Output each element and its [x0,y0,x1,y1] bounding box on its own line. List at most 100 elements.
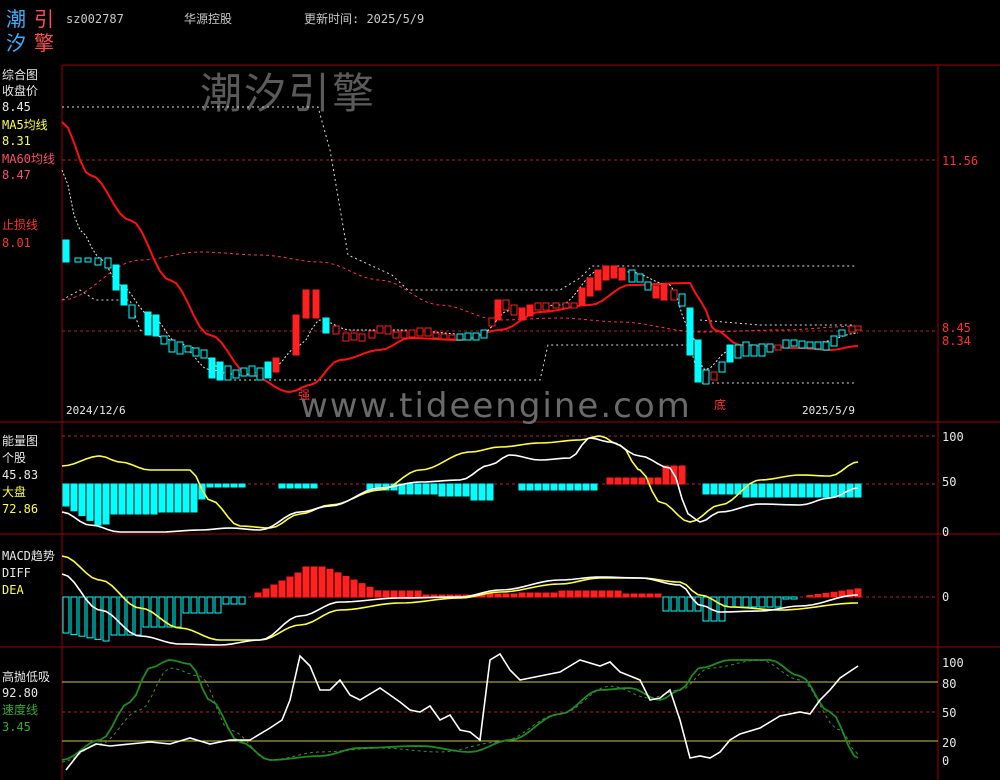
energy-bar [526,483,534,491]
main-panel-title: 综合图 [2,68,39,82]
macd-bar [342,575,350,598]
macd-bar [118,596,126,636]
candle [332,325,340,335]
macd-bar [822,592,830,598]
candle [144,311,152,336]
energy-bar [854,483,862,498]
macd-bar [102,596,110,642]
upper-channel [62,106,855,291]
market-energy-label: 大盘 [2,485,27,499]
macd-bar [558,590,566,598]
energy-bar [190,483,198,513]
candle [200,349,208,359]
candle [392,331,400,339]
dea-label: DEA [2,583,24,597]
macd-bar [222,596,230,605]
macd-bar [662,596,670,612]
macd-bar [278,580,286,598]
macd-bar [166,596,174,628]
macd-bar [814,593,822,598]
candle [798,340,806,349]
energy-bar [478,483,486,501]
candle [456,333,464,341]
macd-bar [630,593,638,598]
macd-bar [214,596,222,614]
macd-bar [390,590,398,598]
candle [62,239,70,263]
candle [264,361,272,379]
candle [184,345,192,353]
energy-bar [702,483,710,495]
energy-bar [214,483,222,488]
ma60-value: 8.47 [2,168,31,182]
candle [292,314,300,356]
candle [160,335,168,345]
candle [726,344,734,363]
energy-bar [126,483,134,515]
macd-bar [238,596,246,605]
ma5-label: MA5均线 [2,118,48,132]
energy-bar [166,483,174,513]
candle [112,264,120,291]
speed-value: 3.45 [2,720,31,734]
candle [400,330,408,339]
energy-bar [814,483,822,498]
candle [256,367,264,381]
energy-bar [806,483,814,498]
candle [602,265,610,281]
candle [526,304,534,317]
macd-bar [206,596,214,614]
strong-marker: 强 [298,388,311,402]
energy-bar [758,483,766,498]
macd-bar [550,592,558,598]
mid-channel [699,319,855,326]
candle [710,371,718,381]
macd-bar [782,596,790,600]
candle [302,289,310,319]
energy-bar [286,483,294,489]
macd-bar [534,592,542,598]
macd-bar [414,590,422,598]
energy-bar [222,483,230,488]
energy-bar [518,483,526,491]
energy-bar [470,483,478,501]
candle [480,329,488,339]
candle [814,341,822,350]
macd-bar [646,593,654,598]
price-tick: 11.56 [942,154,979,168]
energy-bar [230,483,238,488]
candle [518,307,526,321]
chart-window: { "header": { "logo_chars": ["潮","引","汐"… [0,0,1000,780]
candle [758,343,766,357]
candle [742,341,750,357]
energy-bar [206,483,214,488]
candle [502,299,510,311]
price-tick: 8.45 [942,321,971,335]
macd-bar [734,596,742,608]
energy-bar [582,483,590,491]
candle [652,285,660,299]
macd-bar [774,596,782,608]
macd-bar [654,593,662,598]
macd-bar [398,590,406,598]
candle [670,289,678,301]
candle [822,341,830,351]
macd-bar [758,596,766,608]
energy-bar [678,465,686,485]
stock-energy-label: 个股 [2,451,27,465]
macd-bar [606,590,614,598]
candle [448,334,456,340]
energy-bar [782,483,790,498]
candle [128,304,136,319]
candle [562,302,570,309]
macd-bar [726,596,734,608]
candle [168,339,176,353]
candle [782,339,790,349]
macd-bar [78,596,86,637]
price-tick: 8.34 [942,334,971,348]
macd-bar [574,590,582,598]
macd-bar [262,588,270,598]
macd-bar [790,596,798,600]
macd-bar [510,593,518,598]
date-start: 2024/12/6 [66,404,126,417]
